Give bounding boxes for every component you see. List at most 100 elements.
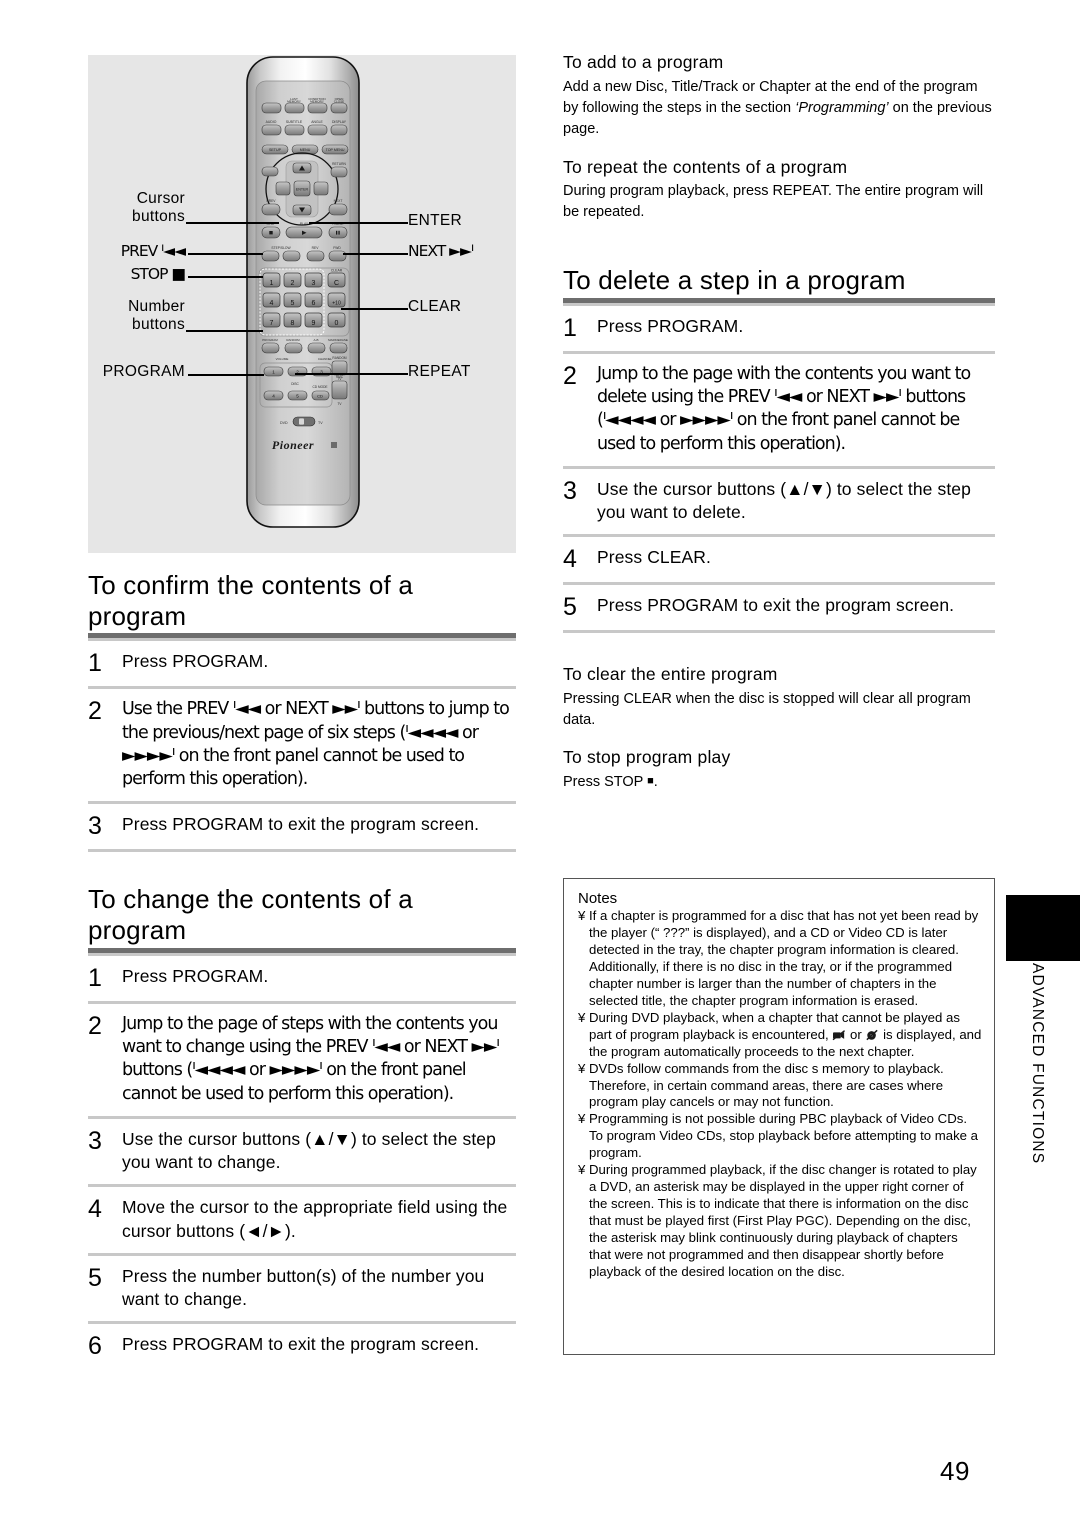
svg-text:ANGLE: ANGLE <box>311 120 323 124</box>
heading-repeat: To repeat the contents of a program <box>563 156 848 177</box>
step-text: Press CLEAR. <box>597 547 712 568</box>
subsection-add: To add to a program Add a new Disc, Titl… <box>563 52 995 140</box>
side-tab-marker <box>1006 895 1080 961</box>
step-item: 2 Use the PREV ᑊ◄◄ or NEXT ►►ᑊ buttons t… <box>88 686 516 801</box>
svg-text:7: 7 <box>270 320 274 327</box>
step-item: 3 Use the cursor buttons (▲/▼) to select… <box>88 1115 516 1185</box>
svg-text:3: 3 <box>312 280 316 287</box>
step-number: 1 <box>88 963 102 992</box>
note-item: ¥ If a chapter is programmed for a disc … <box>578 908 982 1010</box>
step-item: 5 Press PROGRAM to exit the program scre… <box>563 582 995 634</box>
note-item: ¥ During programmed playback, if the dis… <box>578 1162 982 1281</box>
svg-text:5: 5 <box>296 394 299 399</box>
leader-line-cursor <box>186 222 279 224</box>
leader-line-repeat <box>295 373 408 375</box>
callout-enter: ENTER <box>408 212 463 229</box>
subsection-repeat: To repeat the contents of a program Duri… <box>563 157 995 224</box>
svg-text:TV: TV <box>318 421 323 425</box>
svg-text:MARK/ERASE: MARK/ERASE <box>328 338 348 342</box>
note-bullet: ¥ <box>578 1060 586 1076</box>
step-item: 6 Press PROGRAM to exit the program scre… <box>88 1321 516 1369</box>
note-text-part2: or <box>846 1026 866 1042</box>
section-confirm: To confirm the contents of a program 1 P… <box>88 570 516 853</box>
svg-text:CLOSE: CLOSE <box>334 99 345 103</box>
step-number: 1 <box>563 313 577 342</box>
note-text: Programming is not possible during PBC p… <box>589 1111 978 1161</box>
callout-stop: STOP ■ <box>130 265 186 283</box>
steps-delete: 1 Press PROGRAM. 2 Jump to the page with… <box>563 302 995 634</box>
note-bullet: ¥ <box>578 908 586 923</box>
callout-program: PROGRAM <box>102 363 185 380</box>
no-camera-icon <box>832 1029 846 1041</box>
heading-clear: To clear the entire program <box>563 664 778 685</box>
svg-text:PLAY: PLAY <box>300 222 309 226</box>
body-repeat: During program playback, press REPEAT. T… <box>563 183 984 221</box>
note-text: During DVD playback, when a chapter that… <box>589 1010 982 1061</box>
heading-confirm: To confirm the contents of a program <box>88 570 413 631</box>
step-number: 3 <box>88 812 102 841</box>
step-number: 4 <box>88 1195 102 1224</box>
callout-number-buttons: Number buttons <box>128 298 185 334</box>
step-number: 5 <box>563 593 577 622</box>
step-number: 3 <box>88 1126 102 1155</box>
leader-line-prev <box>188 253 263 255</box>
no-disc-icon <box>865 1029 879 1041</box>
svg-text:1: 1 <box>272 370 275 375</box>
step-item: 1 Press PROGRAM. <box>88 638 516 686</box>
step-number: 4 <box>563 545 577 574</box>
step-number: 5 <box>88 1263 102 1292</box>
svg-text:6: 6 <box>312 300 316 307</box>
svg-text:2: 2 <box>291 280 295 287</box>
svg-text:FWD: FWD <box>333 246 341 250</box>
heading-delete: To delete a step in a program <box>563 265 906 296</box>
svg-text:SETUP: SETUP <box>269 148 282 152</box>
note-bullet: ¥ <box>578 1111 586 1127</box>
callout-clear: CLEAR <box>408 298 462 315</box>
leader-line-stop <box>188 276 263 278</box>
step-item: 2 Jump to the page with the contents you… <box>563 350 995 466</box>
steps-change: 1 Press PROGRAM. 2 Jump to the page of s… <box>88 952 516 1370</box>
leader-line-enter <box>309 222 408 224</box>
svg-text:Pioneer: Pioneer <box>272 438 314 452</box>
step-item: 4 Press CLEAR. <box>563 534 995 582</box>
body-clear: Pressing CLEAR when the disc is stopped … <box>563 691 971 729</box>
step-item: 4 Move the cursor to the appropriate fie… <box>88 1184 516 1253</box>
svg-text:A-B: A-B <box>313 338 318 342</box>
svg-text:RANDOM: RANDOM <box>332 356 347 360</box>
heading-add: To add to a program <box>563 52 724 72</box>
step-number: 6 <box>88 1332 102 1361</box>
callout-next: NEXT ►►ᑊ <box>408 242 474 260</box>
step-text: Move the cursor to the appropriate field… <box>122 1197 508 1241</box>
svg-text:4: 4 <box>270 300 274 307</box>
callout-repeat: REPEAT <box>408 363 471 380</box>
step-text: Press the number button(s) of the number… <box>122 1265 485 1310</box>
step-item: 1 Press PROGRAM. <box>563 302 995 351</box>
svg-text:5: 5 <box>291 300 295 307</box>
svg-text:C: C <box>334 280 339 287</box>
svg-text:9: 9 <box>312 320 316 327</box>
body-stop-prefix: Press STOP <box>563 773 648 790</box>
callout-prev: PREV ᑊ◄◄ <box>120 242 186 260</box>
svg-text:DISPLAY: DISPLAY <box>332 120 347 124</box>
section-delete: To delete a step in a program 1 Press PR… <box>563 265 995 634</box>
svg-text:PREV: PREV <box>267 199 277 203</box>
remote-control-figure: LAST MEMORY CONDITION MEMORY OPEN CLOSE AUD… <box>88 55 516 553</box>
body-stop-suffix: . <box>653 773 658 790</box>
step-item: 2 Jump to the page of steps with the con… <box>88 1000 516 1116</box>
heading-stop: To stop program play <box>563 747 731 768</box>
subsection-clear: To clear the entire program Pressing CLE… <box>563 664 995 731</box>
left-column: To confirm the contents of a program 1 P… <box>88 570 516 1369</box>
notes-title: Notes <box>578 890 618 907</box>
step-text: Press PROGRAM. <box>122 651 269 672</box>
step-number: 3 <box>563 476 577 505</box>
svg-text:ENTER: ENTER <box>296 188 309 192</box>
svg-text:TOP MENU: TOP MENU <box>326 148 345 152</box>
svg-text:RETURN: RETURN <box>332 162 346 166</box>
step-text: Press PROGRAM to exit the program screen… <box>122 1334 480 1355</box>
step-text: Press PROGRAM. <box>122 965 269 986</box>
svg-text:4: 4 <box>272 394 275 399</box>
note-item: ¥ DVDs follow commands from the disc s m… <box>578 1061 982 1112</box>
side-tab-label: ADVANCED FUNCTIONS <box>1029 963 1046 1165</box>
svg-text:RANDOM: RANDOM <box>286 338 300 342</box>
svg-text:MEMORY: MEMORY <box>287 99 301 103</box>
